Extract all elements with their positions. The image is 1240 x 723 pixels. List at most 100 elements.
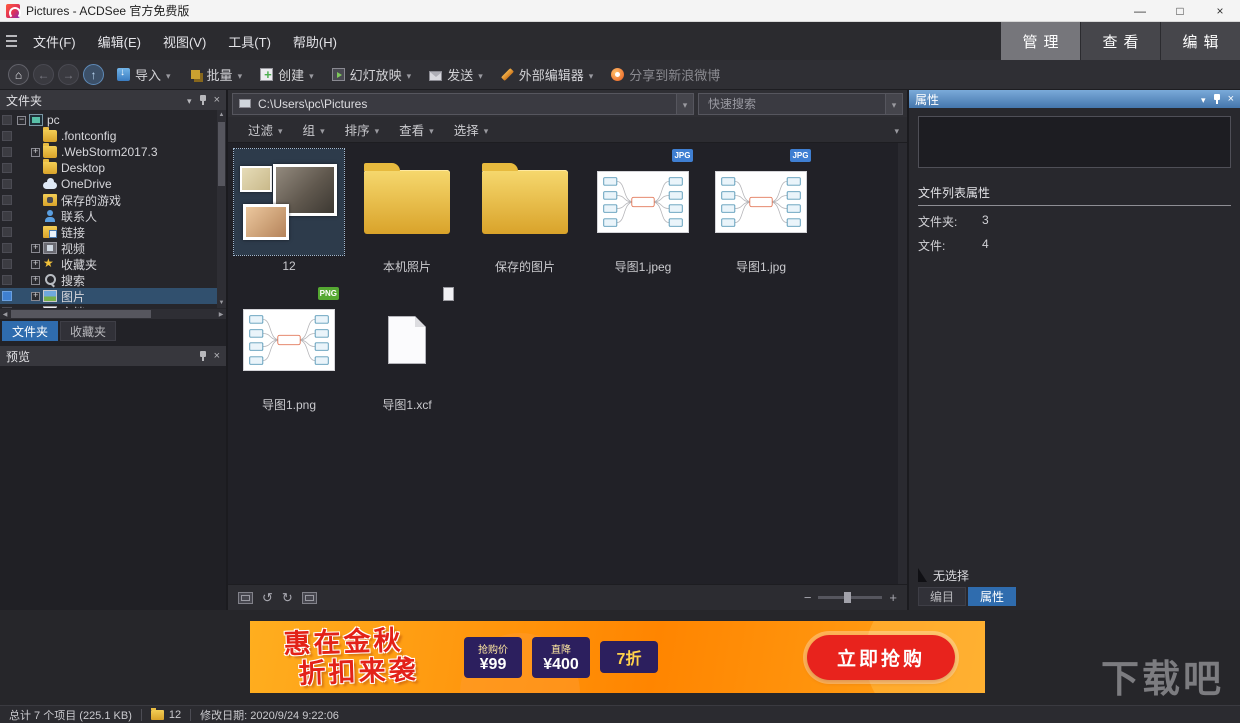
drag-handle[interactable] xyxy=(2,291,12,301)
drag-handle[interactable] xyxy=(2,211,12,221)
tree-item[interactable]: 收藏夹 xyxy=(0,256,226,272)
menu-item[interactable]: 视图(V) xyxy=(152,22,217,60)
scroll-right-icon[interactable]: ▶ xyxy=(216,309,226,319)
pin-icon[interactable] xyxy=(199,95,207,105)
sidebar-tab[interactable]: 收藏夹 xyxy=(60,321,116,341)
drag-handle[interactable] xyxy=(2,163,12,173)
filter-menu-button[interactable]: 查看 xyxy=(389,120,444,139)
toolbar-button[interactable]: 导入 xyxy=(108,60,180,89)
back-button[interactable]: ← xyxy=(33,64,54,85)
drag-handle[interactable] xyxy=(2,179,12,189)
search-dropdown-button[interactable] xyxy=(885,94,902,114)
address-dropdown-button[interactable] xyxy=(676,94,693,114)
up-button[interactable]: ↑ xyxy=(83,64,104,85)
close-icon[interactable]: × xyxy=(214,95,220,105)
file-tile[interactable]: JPG xyxy=(702,145,820,283)
ad-banner[interactable]: 惠在金秋 折扣来袭 抢购价 ¥99 直降 ¥400 7折 立即抢购 xyxy=(250,621,985,693)
file-tile[interactable]: 保存的图片 xyxy=(466,145,584,283)
close-icon[interactable]: × xyxy=(214,351,220,361)
panel-menu-icon[interactable] xyxy=(1201,92,1206,106)
scrollbar-thumb[interactable] xyxy=(218,122,225,186)
menu-item[interactable]: 编辑(E) xyxy=(87,22,152,60)
home-button[interactable]: ⌂ xyxy=(8,64,29,85)
close-icon[interactable]: × xyxy=(1228,94,1234,104)
tree-item[interactable]: 视频 xyxy=(0,240,226,256)
address-bar[interactable]: C:\Users\pc\Pictures xyxy=(232,93,694,115)
minimize-button[interactable]: — xyxy=(1120,0,1160,21)
close-button[interactable]: × xyxy=(1200,0,1240,21)
drag-handle[interactable] xyxy=(2,147,12,157)
tree-item[interactable]: 搜索 xyxy=(0,272,226,288)
scroll-down-icon[interactable]: ▼ xyxy=(217,298,226,308)
drag-handle[interactable] xyxy=(2,115,12,125)
drag-handle[interactable] xyxy=(2,259,12,269)
expander-icon[interactable] xyxy=(31,276,40,285)
scrollbar-thumb[interactable] xyxy=(11,310,151,318)
tree-item[interactable]: 文档 xyxy=(0,304,226,308)
tree-item[interactable]: 链接 xyxy=(0,224,226,240)
sidebar-tab[interactable]: 文件夹 xyxy=(2,321,58,341)
drag-handle[interactable] xyxy=(2,227,12,237)
tree-item[interactable]: pc xyxy=(0,112,226,128)
scroll-left-icon[interactable]: ◀ xyxy=(0,309,10,319)
zoom-slider-handle[interactable] xyxy=(844,592,851,603)
file-tile[interactable]: 本机照片 xyxy=(348,145,466,283)
zoom-slider[interactable] xyxy=(818,596,882,599)
tree-item[interactable]: 保存的游戏 xyxy=(0,192,226,208)
drag-handle[interactable] xyxy=(2,131,12,141)
toolbar-button[interactable]: 批量 xyxy=(180,60,252,89)
drag-handle[interactable] xyxy=(2,307,12,308)
filter-menu-button[interactable]: 组 xyxy=(293,120,335,139)
menu-item[interactable]: 帮助(H) xyxy=(282,22,348,60)
forward-button[interactable]: → xyxy=(58,64,79,85)
rotate-ccw-icon[interactable]: ↺ xyxy=(262,591,273,605)
properties-tab[interactable]: 编目 xyxy=(918,587,966,606)
tree-item[interactable]: 联系人 xyxy=(0,208,226,224)
tree-item[interactable]: .fontconfig xyxy=(0,128,226,144)
toolbar-button[interactable]: 发送 xyxy=(420,60,492,89)
view-mode-icon[interactable] xyxy=(302,592,317,604)
mode-button[interactable]: 查看 xyxy=(1080,22,1160,60)
file-tile[interactable]: 12 xyxy=(230,145,348,283)
filter-menu-button[interactable]: 选择 xyxy=(444,120,499,139)
file-tile[interactable]: JPG xyxy=(584,145,702,283)
expander-icon[interactable] xyxy=(31,148,40,157)
mode-button[interactable]: 编辑 xyxy=(1160,22,1240,60)
properties-tab[interactable]: 属性 xyxy=(968,587,1016,606)
filter-bar-overflow-icon[interactable] xyxy=(894,123,907,137)
tree-item[interactable]: Desktop xyxy=(0,160,226,176)
filter-menu-button[interactable]: 排序 xyxy=(335,120,390,139)
expander-icon[interactable] xyxy=(31,308,40,309)
file-tile[interactable]: PNG xyxy=(230,283,348,421)
quick-search-input[interactable]: 快速搜索 xyxy=(698,93,903,115)
tree-item[interactable]: 图片 xyxy=(0,288,226,304)
expander-icon[interactable] xyxy=(17,116,26,125)
zoom-in-button[interactable]: + xyxy=(889,590,897,605)
pin-icon[interactable] xyxy=(199,351,207,361)
zoom-out-button[interactable]: − xyxy=(804,590,812,605)
toolbar-button[interactable]: 幻灯放映 xyxy=(323,60,421,89)
tree-horizontal-scrollbar[interactable]: ◀ ▶ xyxy=(0,309,226,319)
scroll-up-icon[interactable]: ▲ xyxy=(217,110,226,120)
menu-item[interactable]: 文件(F) xyxy=(22,22,87,60)
menu-item[interactable]: 工具(T) xyxy=(217,22,282,60)
expander-icon[interactable] xyxy=(31,244,40,253)
mode-button[interactable]: 管理 xyxy=(1000,22,1080,60)
grid-vertical-scrollbar[interactable] xyxy=(898,143,907,584)
duplicate-icon[interactable] xyxy=(238,592,253,604)
file-tile[interactable]: 导图1.xcf xyxy=(348,283,466,421)
expander-icon[interactable] xyxy=(31,260,40,269)
rotate-cw-icon[interactable]: ↻ xyxy=(282,591,293,605)
drag-handle[interactable] xyxy=(2,243,12,253)
drag-handle[interactable] xyxy=(2,195,12,205)
hamburger-menu-icon[interactable] xyxy=(0,22,22,60)
maximize-button[interactable]: □ xyxy=(1160,0,1200,21)
expander-icon[interactable] xyxy=(31,292,40,301)
toolbar-button[interactable]: 分享到新浪微博 xyxy=(602,60,729,89)
toolbar-button[interactable]: 外部编辑器 xyxy=(492,60,603,89)
tree-item[interactable]: OneDrive xyxy=(0,176,226,192)
panel-menu-icon[interactable] xyxy=(187,93,192,107)
tree-vertical-scrollbar[interactable]: ▲ ▼ xyxy=(217,110,226,308)
pin-icon[interactable] xyxy=(1213,94,1221,104)
filter-menu-button[interactable]: 过滤 xyxy=(238,120,293,139)
